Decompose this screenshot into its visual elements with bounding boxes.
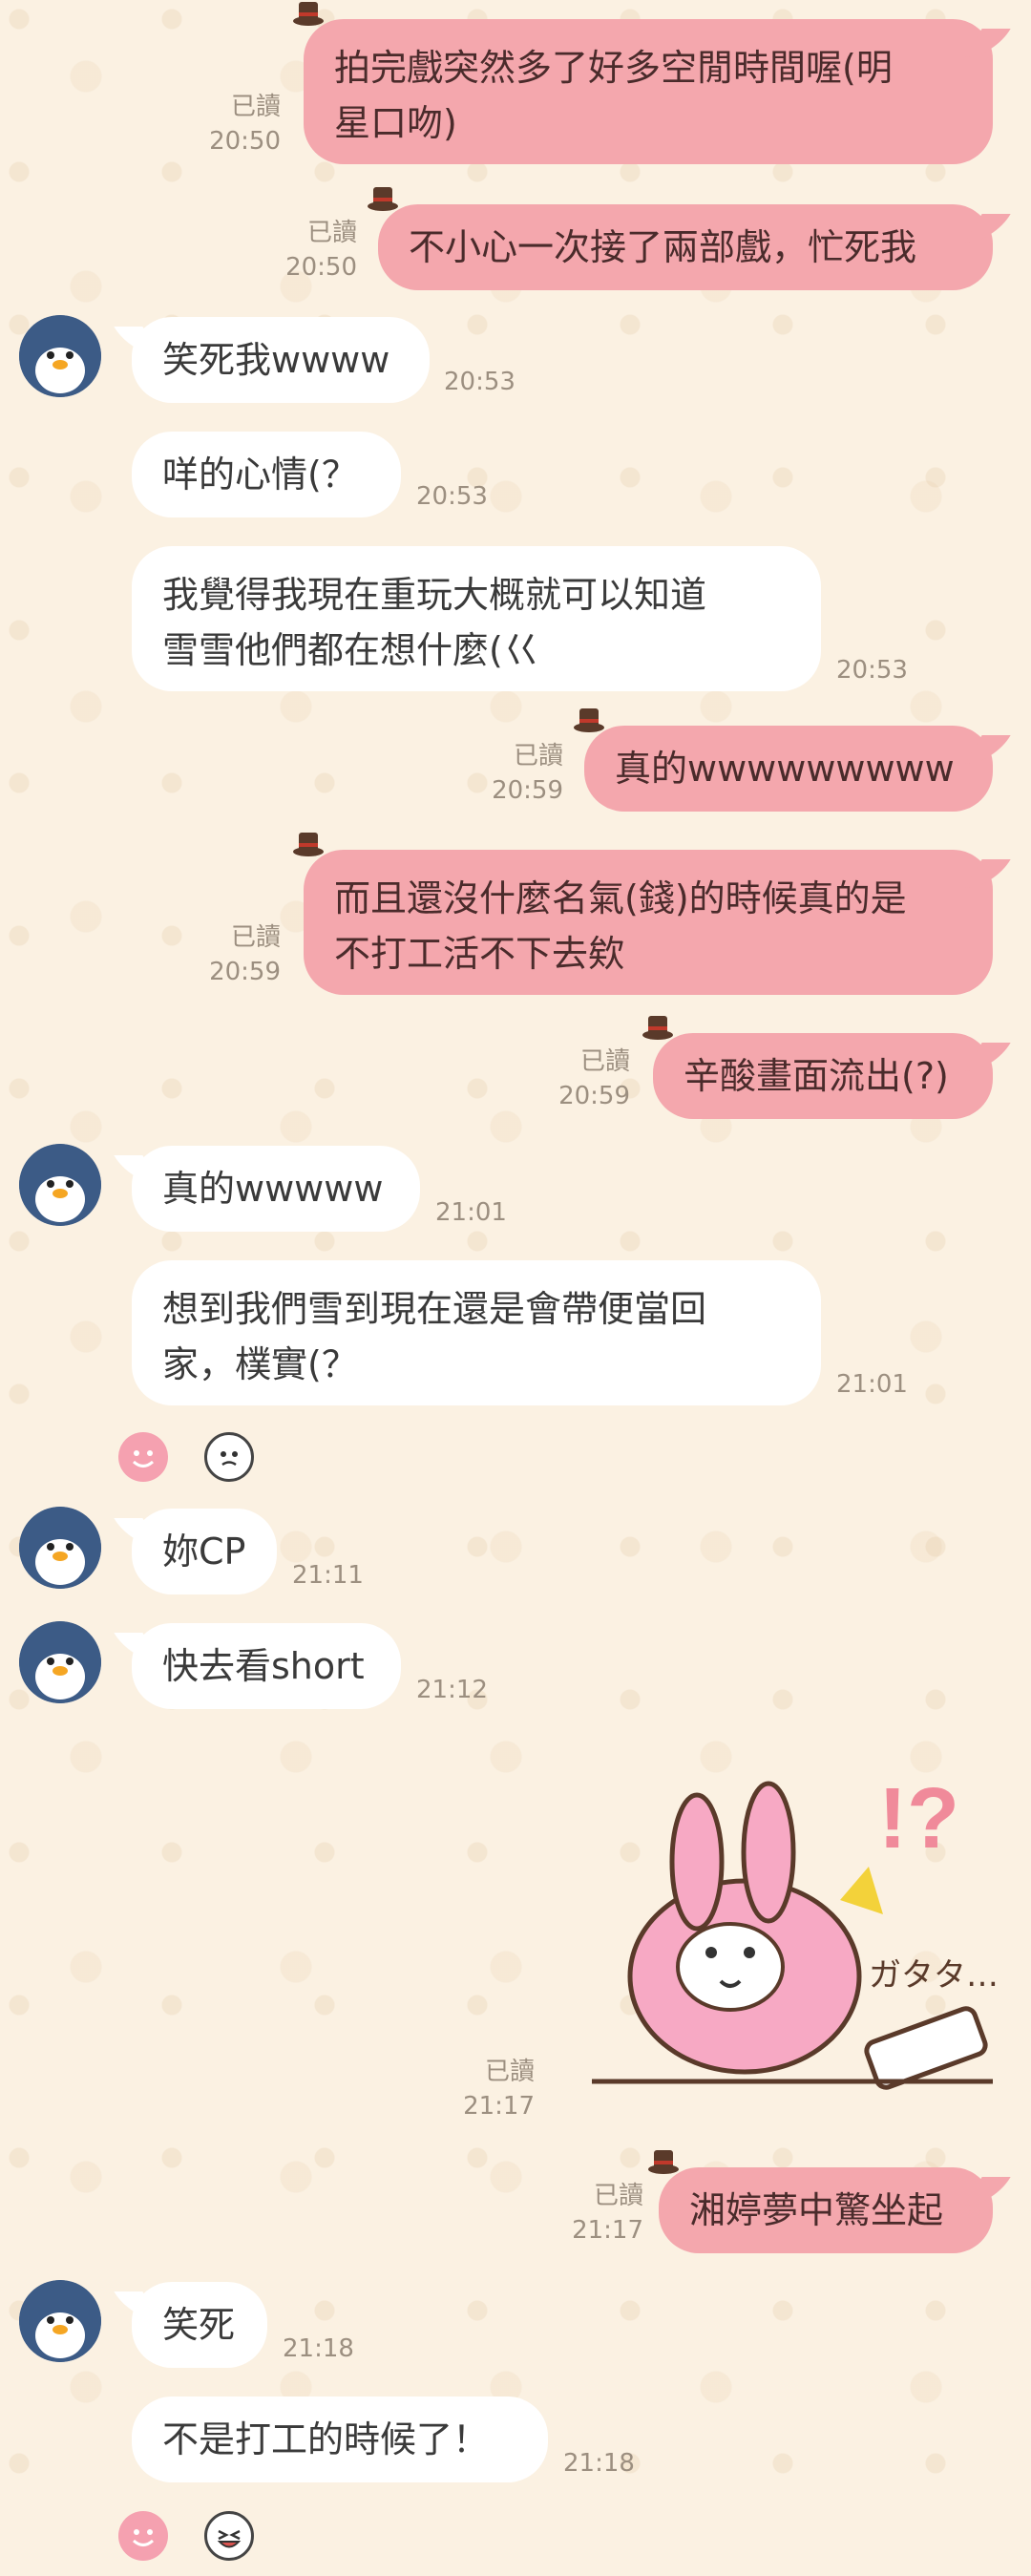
hat-icon (293, 2, 324, 26)
penguin-avatar-icon (19, 1621, 101, 1703)
message-bubble[interactable]: 不是打工的時候了！ (132, 2397, 548, 2482)
timestamp: 20:53 (836, 656, 908, 685)
message-text: 湘婷夢中驚坐起 (689, 2189, 944, 2231)
message-bubble[interactable]: 湘婷夢中驚坐起 (648, 2150, 993, 2253)
timestamp: 21:01 (435, 1198, 507, 1227)
avatar[interactable] (19, 1144, 101, 1226)
hat-icon (574, 708, 604, 732)
message-bubble[interactable]: 真的wwwww (132, 1146, 420, 1232)
avatar[interactable] (19, 2280, 101, 2362)
read-status: 已讀 (593, 2182, 643, 2210)
timestamp: 21:18 (283, 2334, 354, 2363)
message-bubble[interactable]: 妳CP (132, 1509, 277, 1594)
timestamp: 20:53 (444, 368, 516, 396)
message-text: 笑死我wwww (162, 339, 390, 381)
message-text-line: 而且還沒什麼名氣(錢)的時候真的是 (334, 877, 907, 919)
message-bubble[interactable]: 我覺得我現在重玩大概就可以知道 雪雪他們都在想什麼(巜 (132, 546, 821, 691)
timestamp: 20:59 (558, 1082, 630, 1110)
message-text-line: 我覺得我現在重玩大概就可以知道 (162, 574, 707, 616)
message-meta: 已讀 20:59 (531, 1045, 630, 1113)
hat-icon (368, 187, 398, 211)
message-bubble[interactable]: 辛酸畫面流出(?) (642, 1016, 993, 1119)
message-bubble[interactable]: 不小心一次接了兩部戲，忙死我 (368, 187, 993, 290)
message-text: 不是打工的時候了！ (162, 2418, 490, 2460)
timestamp: 20:59 (492, 776, 563, 805)
penguin-avatar-icon (19, 1507, 101, 1589)
timestamp: 20:53 (416, 482, 488, 511)
message-bubble[interactable]: 笑死我wwww (132, 317, 430, 403)
message-text: 真的wwwww (162, 1168, 384, 1210)
message-text: 咩的心情(？ (162, 454, 358, 496)
message-text: 辛酸畫面流出(?) (684, 1055, 949, 1097)
smile-reaction-icon[interactable] (118, 1432, 168, 1482)
message-meta: 已讀 21:17 (449, 2055, 535, 2123)
message-text-line: 星口吻) (334, 102, 457, 144)
avatar[interactable] (19, 1621, 101, 1703)
hat-icon (642, 1016, 673, 1040)
message-text-line: 想到我們雪到現在還是會帶便當回 (162, 1288, 707, 1330)
read-status: 已讀 (230, 923, 281, 952)
penguin-avatar-icon (19, 2280, 101, 2362)
message-bubble[interactable]: 快去看short (132, 1623, 401, 1709)
message-bubble[interactable]: 想到我們雪到現在還是會帶便當回 家，樸實(？ (132, 1260, 821, 1405)
laugh-reaction-icon[interactable] (204, 2511, 254, 2561)
face-reaction-icon[interactable] (204, 1432, 254, 1482)
smile-reaction-icon[interactable] (118, 2511, 168, 2561)
timestamp: 20:59 (209, 958, 281, 986)
message-text-line: 家，樸實(？ (162, 1343, 358, 1385)
read-status: 已讀 (484, 2058, 535, 2086)
message-text: 笑死 (162, 2304, 236, 2346)
message-text-line: 不打工活不下去欸 (334, 933, 625, 975)
sticker-text: ガタタ… (869, 1956, 999, 1995)
read-status: 已讀 (306, 219, 357, 247)
rabbit-sticker-icon: !? ガタタ… (592, 1771, 999, 2090)
timestamp: 21:01 (836, 1370, 908, 1399)
hat-icon (293, 833, 324, 856)
read-status: 已讀 (579, 1047, 630, 1076)
hat-icon (648, 2150, 679, 2174)
timestamp: 20:50 (209, 127, 281, 156)
timestamp: 20:50 (285, 253, 357, 282)
message-bubble[interactable]: 而且還沒什麼名氣(錢)的時候真的是 不打工活不下去欸 (293, 833, 993, 995)
penguin-avatar-icon (19, 315, 101, 397)
message-text: 不小心一次接了兩部戲，忙死我 (409, 226, 917, 268)
message-bubble[interactable]: 拍完戲突然多了好多空閒時間喔(明 星口吻) (293, 2, 993, 164)
message-meta: 已讀 20:59 (181, 920, 281, 989)
message-meta: 已讀 20:50 (181, 90, 281, 158)
message-text-line: 拍完戲突然多了好多空閒時間喔(明 (334, 47, 893, 89)
read-status: 已讀 (513, 742, 563, 771)
message-text: 真的wwwwwwwww (615, 748, 955, 790)
read-status: 已讀 (230, 93, 281, 121)
avatar[interactable] (19, 1507, 101, 1589)
timestamp: 21:17 (463, 2092, 535, 2121)
message-text: 快去看short (162, 1645, 365, 1687)
message-text: 妳CP (162, 1531, 246, 1573)
message-text-line: 雪雪他們都在想什麼(巜 (162, 629, 539, 671)
message-bubble[interactable]: 笑死 (132, 2282, 267, 2368)
timestamp: 21:12 (416, 1676, 488, 1704)
rabbit-sticker[interactable]: !? ガタタ… (554, 1757, 1012, 2139)
svg-text:!?: !? (878, 1771, 959, 1867)
timestamp: 21:11 (292, 1561, 364, 1590)
timestamp: 21:17 (572, 2216, 643, 2245)
message-meta: 已讀 21:17 (544, 2179, 643, 2248)
avatar[interactable] (19, 315, 101, 397)
message-meta: 已讀 20:50 (258, 216, 357, 285)
message-bubble[interactable]: 咩的心情(？ (132, 432, 401, 517)
message-bubble[interactable]: 真的wwwwwwwww (574, 708, 993, 812)
timestamp: 21:18 (563, 2449, 635, 2478)
message-meta: 已讀 20:59 (464, 739, 563, 808)
penguin-avatar-icon (19, 1144, 101, 1226)
